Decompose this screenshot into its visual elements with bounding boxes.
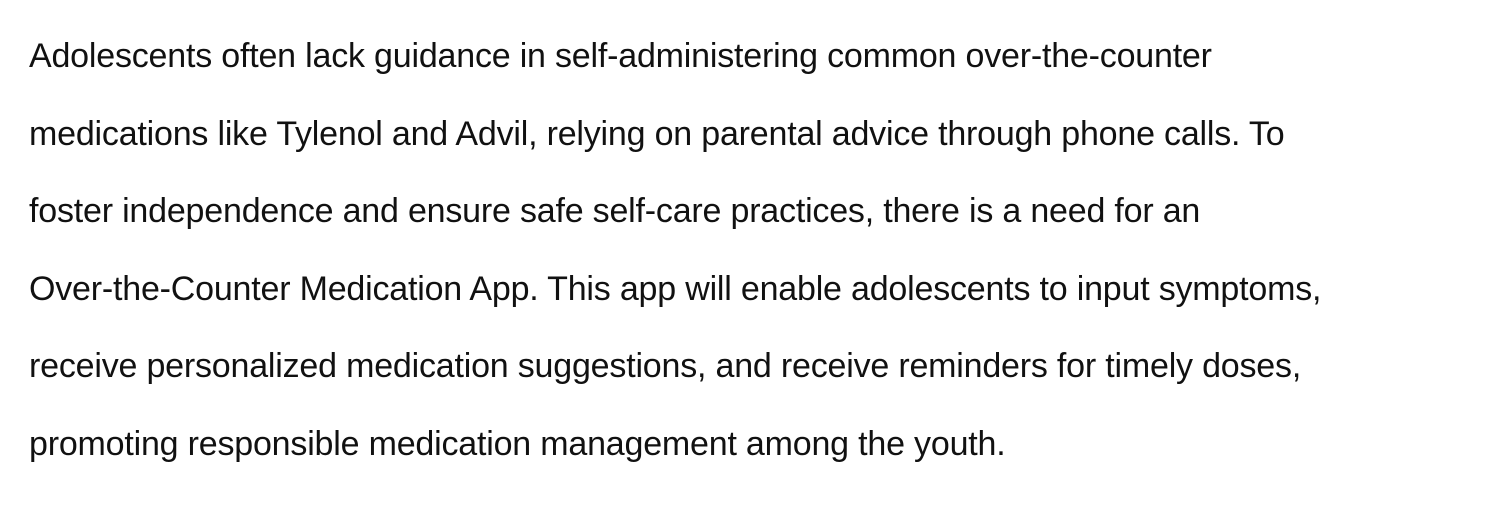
paragraph-line: Over-the-Counter Medication App. This ap… [29, 269, 1322, 308]
paragraph-line: promoting responsible medication managem… [29, 424, 1006, 463]
body-paragraph: Adolescents often lack guidance in self-… [29, 18, 1456, 483]
paragraph-line: receive personalized medication suggesti… [29, 347, 1302, 385]
paragraph-line: Adolescents often lack guidance in self-… [29, 37, 1212, 75]
document-page: Adolescents often lack guidance in self-… [0, 0, 1486, 516]
paragraph-line: foster independence and ensure safe self… [29, 192, 1201, 230]
paragraph-line: medications like Tylenol and Advil, rely… [29, 114, 1285, 153]
